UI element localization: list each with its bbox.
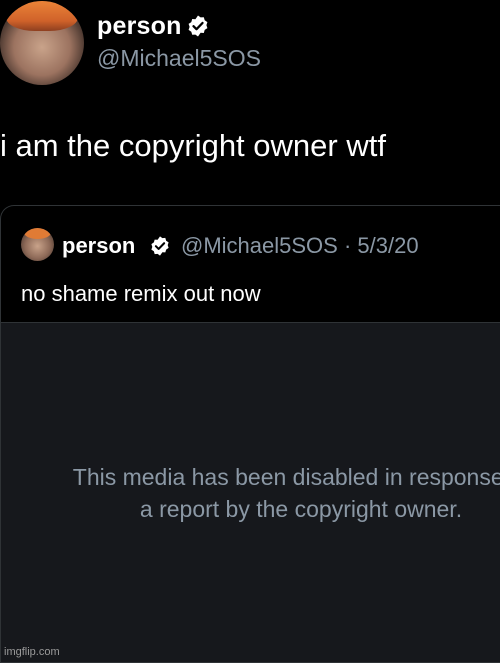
media-notice-line-2: a report by the copyright owner.: [139, 496, 463, 522]
verified-badge-icon: [188, 15, 208, 37]
media-disabled-notice: This media has been disabled in response…: [31, 461, 500, 525]
media-notice-line-1: This media has been disabled in response…: [72, 464, 500, 490]
display-name[interactable]: person: [97, 12, 182, 41]
quoted-avatar[interactable]: [21, 228, 54, 261]
disabled-media-placeholder: This media has been disabled in response…: [1, 322, 500, 662]
user-handle[interactable]: @Michael5SOS: [97, 45, 261, 72]
verified-badge-icon: [151, 236, 169, 256]
avatar[interactable]: [0, 1, 84, 85]
quoted-handle-date: @Michael5SOS · 5/3/20: [181, 233, 419, 258]
quoted-avatar-hair: [24, 228, 51, 239]
quoted-display-name: person: [62, 233, 136, 258]
avatar-hair: [6, 1, 78, 31]
watermark: imgflip.com: [4, 646, 60, 658]
tweet-text: i am the copyright owner wtf: [0, 128, 386, 163]
quoted-tweet-text: no shame remix out now: [21, 281, 261, 306]
quoted-tweet[interactable]: person @Michael5SOS · 5/3/20 no shame re…: [0, 205, 500, 663]
